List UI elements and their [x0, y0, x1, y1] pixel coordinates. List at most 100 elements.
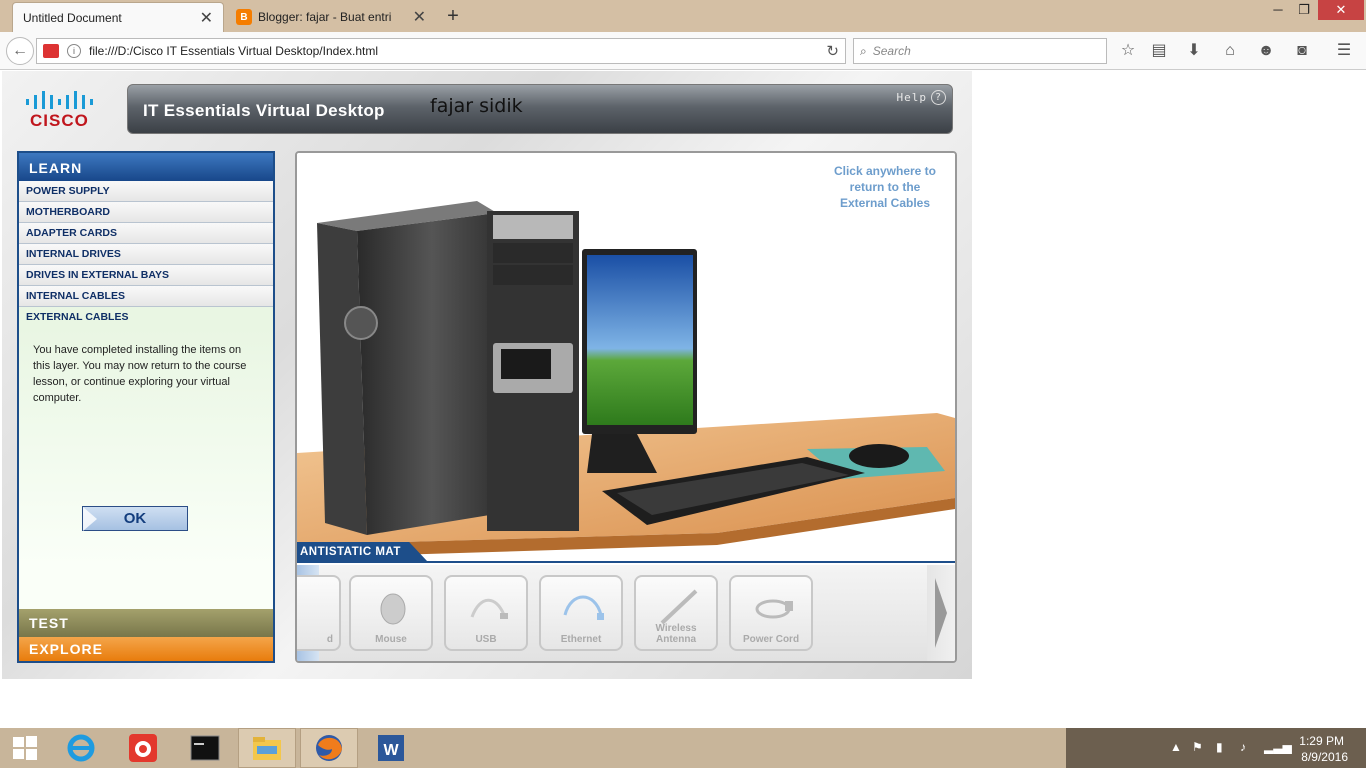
power-cord-icon [755, 599, 793, 619]
search-icon: ⌕ [860, 43, 867, 58]
reload-icon[interactable]: ↻ [826, 42, 839, 60]
reading-list-icon[interactable]: ▤ [1149, 41, 1169, 61]
help-label: Help [896, 91, 927, 104]
layer-label: ANTISTATIC MAT [297, 542, 429, 563]
computer-illustration [297, 201, 955, 558]
tray-item-label: Ethernet [560, 634, 602, 645]
restore-icon[interactable]: ❐ [1290, 0, 1318, 20]
tab-close-icon[interactable]: ✕ [413, 7, 426, 27]
menu-item-power-supply[interactable]: POWER SUPPLY [19, 181, 273, 202]
start-button[interactable] [0, 728, 50, 768]
tray-item-ethernet[interactable]: Ethernet [539, 575, 623, 651]
completion-message: You have completed installing the items … [33, 344, 247, 404]
hello-icon[interactable]: ☻ [1256, 41, 1276, 61]
virtual-desktop-app: CISCO IT Essentials Virtual Desktop faja… [2, 71, 972, 679]
click-hint-text: Click anywhere to return to the External… [833, 164, 937, 210]
virtual-stage: Click anywhere to return to the External… [295, 151, 957, 663]
downloads-icon[interactable]: ⬇ [1184, 41, 1204, 61]
antenna-icon [660, 589, 698, 625]
drive-bay-3 [493, 265, 573, 285]
tray-item-label: Power Cord [742, 634, 800, 645]
tower-body [357, 213, 507, 535]
cisco-logo: CISCO [24, 89, 104, 133]
monitor-screen [587, 255, 693, 425]
tray-item-label: Wireless Antenna [655, 623, 697, 645]
help-icon: ? [931, 90, 946, 105]
volume-icon[interactable]: ♪ [1240, 740, 1246, 754]
usb-cable-icon [470, 598, 508, 619]
new-tab-button[interactable]: + [440, 4, 466, 28]
explore-tab[interactable]: EXPLORE [19, 637, 273, 661]
url-text[interactable]: file:///D:/Cisco IT Essentials Virtual D… [89, 44, 378, 58]
tab-untitled-document[interactable]: Untitled Document ✕ [12, 2, 224, 32]
menu-icon[interactable]: ☰ [1334, 41, 1354, 61]
tray-item-partial[interactable]: d [297, 575, 341, 651]
firefox-icon[interactable] [300, 728, 358, 768]
pinned-app-icon[interactable] [114, 728, 172, 768]
tab-label: Untitled Document [23, 10, 122, 25]
help-button[interactable]: Help ? [896, 90, 946, 105]
back-button[interactable]: ← [6, 37, 34, 65]
component-tray: d Mouse USB Ethernet Wireless Antenna Po… [297, 565, 955, 661]
clock-time[interactable]: 1:29 PM [1299, 734, 1344, 748]
command-prompt-icon[interactable] [176, 728, 234, 768]
menu-item-adapter-cards[interactable]: ADAPTER CARDS [19, 223, 273, 244]
pocket-icon[interactable]: ◙ [1292, 41, 1312, 61]
clock-date[interactable]: 8/9/2016 [1301, 750, 1348, 764]
test-tab[interactable]: TEST [19, 609, 273, 637]
blogger-icon: B [236, 9, 252, 25]
window-close-icon[interactable]: ✕ [1318, 0, 1364, 20]
cisco-bars-icon [26, 91, 93, 109]
user-name: fajar sidik [430, 95, 523, 117]
action-center-icon[interactable]: ⚑ [1192, 740, 1203, 754]
tray-item-mouse[interactable]: Mouse [349, 575, 433, 651]
tab-close-icon[interactable]: ✕ [200, 8, 213, 28]
menu-item-motherboard[interactable]: MOTHERBOARD [19, 202, 273, 223]
tab-blogger[interactable]: B Blogger: fajar - Buat entri ✕ [226, 2, 436, 32]
power-icon[interactable]: ▮ [1216, 740, 1223, 754]
system-tray: ▲ ⚑ ▮ ♪ ▂▃▅ 1:29 PM 8/9/2016 [1066, 728, 1366, 768]
bookmark-star-icon[interactable]: ☆ [1118, 41, 1138, 61]
tray-item-usb[interactable]: USB [444, 575, 528, 651]
minimize-icon[interactable]: ─ [1264, 0, 1292, 20]
file-explorer-icon[interactable] [238, 728, 296, 768]
tray-item-power-cord[interactable]: Power Cord [729, 575, 813, 651]
computer-scene[interactable]: Click anywhere to return to the External… [297, 153, 955, 563]
windows-logo-icon [13, 736, 37, 760]
search-input[interactable]: ⌕ Search [853, 38, 1107, 64]
learn-panel: LEARN POWER SUPPLY MOTHERBOARD ADAPTER C… [17, 151, 275, 663]
tray-item-label: d [326, 634, 333, 645]
network-icon[interactable]: ▂▃▅ [1264, 740, 1292, 754]
site-identity-icon[interactable] [43, 44, 59, 58]
ok-button[interactable]: OK [82, 506, 188, 531]
menu-item-drives-external-bays[interactable]: DRIVES IN EXTERNAL BAYS [19, 265, 273, 286]
svg-text:W: W [383, 742, 399, 759]
cisco-wordmark: CISCO [30, 111, 89, 130]
home-icon[interactable]: ⌂ [1220, 41, 1240, 61]
card-reader [501, 349, 551, 379]
page-viewport: CISCO IT Essentials Virtual Desktop faja… [0, 71, 1366, 727]
menu-item-external-cables[interactable]: EXTERNAL CABLES [19, 307, 273, 328]
internet-explorer-icon[interactable] [52, 728, 110, 768]
browser-nav-bar: ← i file:///D:/Cisco IT Essentials Virtu… [0, 32, 1366, 70]
word-icon[interactable]: W [362, 728, 420, 768]
info-icon[interactable]: i [67, 44, 81, 58]
tower-fan [344, 306, 378, 340]
tray-item-wireless-antenna[interactable]: Wireless Antenna [634, 575, 718, 651]
chevron-right-icon [935, 578, 947, 648]
tray-scroll-right-button[interactable] [927, 565, 955, 661]
search-placeholder: Search [872, 44, 911, 58]
drive-bay-2 [493, 243, 573, 263]
tray-item-label: Mouse [375, 634, 407, 645]
message-panel: You have completed installing the items … [19, 328, 273, 627]
tray-item-label: USB [475, 634, 497, 645]
url-bar[interactable]: i file:///D:/Cisco IT Essentials Virtual… [36, 38, 846, 64]
show-hidden-icons-icon[interactable]: ▲ [1170, 740, 1182, 754]
app-title: IT Essentials Virtual Desktop [143, 101, 385, 120]
menu-item-internal-cables[interactable]: INTERNAL CABLES [19, 286, 273, 307]
mouse [849, 444, 909, 468]
learn-tab[interactable]: LEARN [19, 153, 273, 181]
dvd-bay [493, 215, 573, 239]
menu-item-internal-drives[interactable]: INTERNAL DRIVES [19, 244, 273, 265]
ok-label: OK [123, 510, 147, 527]
